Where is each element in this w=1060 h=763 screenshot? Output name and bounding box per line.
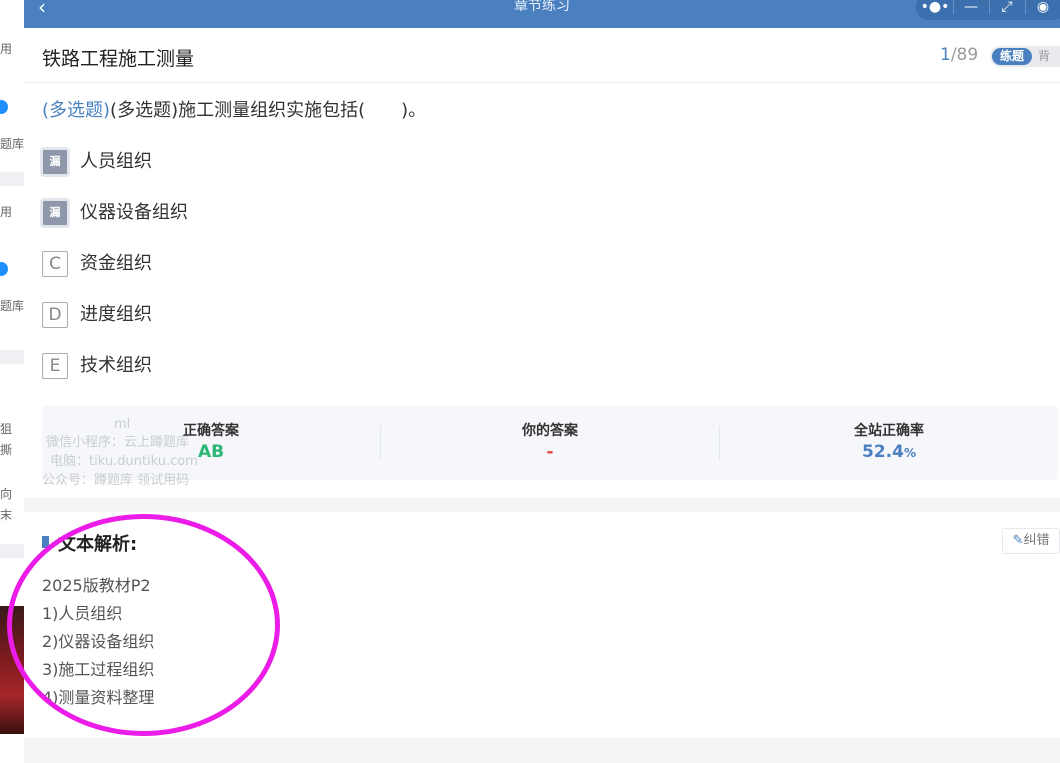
close-icon[interactable]: ◉ — [1026, 0, 1060, 20]
background-divider — [0, 350, 24, 364]
window-title: 章节练习 — [514, 0, 570, 14]
edit-icon: ✎ — [1012, 533, 1024, 548]
question-type-tag: (多选题) — [42, 100, 111, 121]
mini-program-capsule: •●• — ⤢ ◉ — [916, 0, 1060, 20]
mode-toggle[interactable]: 练题 背 — [990, 46, 1060, 67]
accuracy-unit: % — [903, 446, 916, 460]
option-text: 人员组织 — [80, 151, 152, 172]
recite-mode-button[interactable]: 背 — [1038, 48, 1050, 65]
restore-icon[interactable]: ⤢ — [990, 0, 1024, 20]
option-letter-badge: E — [42, 353, 68, 379]
answer-stats: ml 微信小程序：云上蹲题库 电脑：tiku.duntiku.com 公众号：蹲… — [42, 406, 1058, 488]
question-counter[interactable]: 1/89 — [940, 45, 978, 65]
question-stem: (多选题)(多选题)施工测量组织实施包括( )。 — [42, 96, 426, 122]
report-error-button[interactable]: ✎纠错 — [1002, 528, 1060, 554]
practice-mode-button[interactable]: 练题 — [992, 48, 1032, 65]
total-questions: /89 — [950, 45, 979, 65]
background-text: 向 — [0, 487, 13, 501]
title-bar: ‹ 章节练习 •●• — ⤢ ◉ — [24, 0, 1060, 28]
background-divider — [0, 172, 24, 186]
chapter-title: 铁路工程施工测量 — [42, 48, 195, 70]
option-text: 仪器设备组织 — [80, 202, 188, 223]
more-icon[interactable]: •●• — [918, 0, 952, 20]
option-text: 技术组织 — [80, 355, 152, 376]
background-text: 狙 — [0, 422, 13, 436]
background-app-icon — [0, 100, 8, 114]
report-error-label: 纠错 — [1023, 533, 1050, 548]
background-text: 用 — [0, 205, 13, 219]
correct-answer-value: AB — [197, 442, 225, 462]
question-header: 铁路工程施工测量 1/89 练题 背 — [24, 28, 1060, 83]
accuracy-label: 全站正确率 — [854, 423, 924, 439]
question-card: (多选题)(多选题)施工测量组织实施包括( )。 漏 人员组织 漏 仪器设备组织… — [24, 83, 1060, 498]
background-text: 题库 — [0, 299, 24, 313]
background-text: 用 — [0, 42, 13, 56]
option-text: 进度组织 — [80, 304, 152, 325]
bottom-spacer — [24, 738, 1060, 763]
minimize-icon[interactable]: — — [954, 0, 988, 20]
missed-badge-icon: 漏 — [40, 147, 70, 177]
option-text: 资金组织 — [80, 253, 152, 274]
correct-answer-label: 正确答案 — [183, 423, 239, 439]
background-text: 题库 — [0, 137, 24, 151]
your-answer-value: - — [546, 442, 554, 462]
correct-answer-stat: 正确答案 AB — [42, 406, 380, 480]
option-letter-badge: C — [42, 251, 68, 277]
accuracy-number: 52.4 — [862, 442, 904, 462]
accuracy-stat: 全站正确率 52.4% — [720, 406, 1058, 480]
your-answer-label: 你的答案 — [522, 423, 578, 439]
missed-badge-icon: 漏 — [40, 198, 70, 228]
background-text: 末 — [0, 508, 13, 522]
annotation-circle — [7, 514, 280, 736]
current-question-number: 1 — [940, 45, 951, 65]
accuracy-value: 52.4% — [720, 442, 1058, 462]
background-divider — [0, 544, 24, 558]
your-answer-stat: 你的答案 - — [381, 406, 719, 480]
question-text: (多选题)施工测量组织实施包括( )。 — [110, 100, 427, 121]
option-letter-badge: D — [42, 302, 68, 328]
background-text: 撕 — [0, 443, 13, 457]
background-app-icon — [0, 262, 8, 276]
